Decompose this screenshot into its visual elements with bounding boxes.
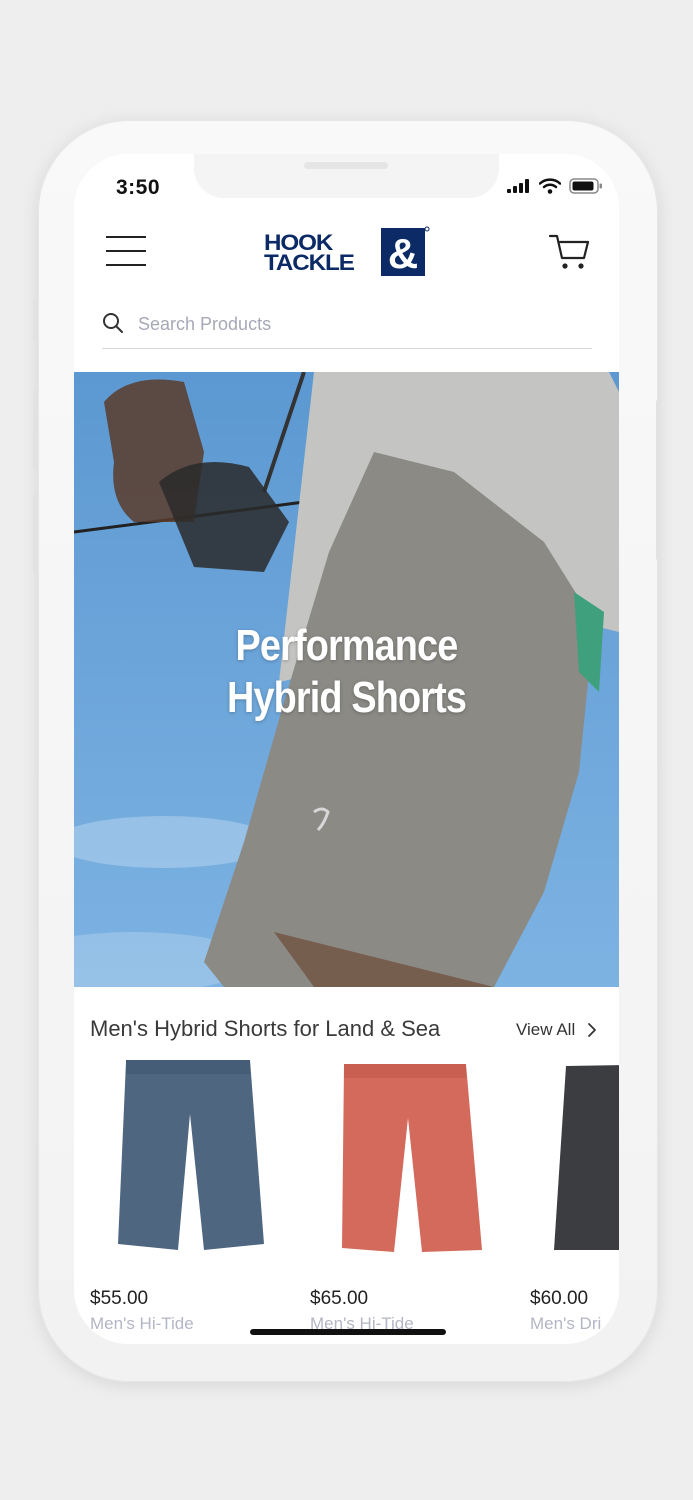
home-indicator[interactable]	[250, 1329, 446, 1335]
chevron-right-icon	[588, 1023, 597, 1037]
volume-down-button	[33, 494, 37, 574]
view-all-link[interactable]: View All	[516, 1020, 597, 1040]
app-screen: 3:50 HOOK TACKLE & Search Products Perfo…	[74, 154, 619, 1344]
silent-switch	[33, 298, 37, 342]
device-notch	[194, 154, 499, 198]
section-title: Men's Hybrid Shorts for Land & Sea	[90, 1016, 441, 1041]
cart-button[interactable]	[548, 232, 592, 272]
menu-line	[106, 236, 146, 238]
ampersand-logo-mark: &	[381, 226, 430, 277]
section-header: Men's Hybrid Shorts for Land & Sea View …	[90, 1014, 619, 1050]
product-name: Men's Hi-Tide	[90, 1314, 194, 1333]
status-time: 3:50	[116, 176, 161, 199]
brand-logo[interactable]: HOOK TACKLE &	[262, 226, 432, 282]
volume-up-button	[33, 390, 37, 470]
view-all-label: View All	[516, 1020, 576, 1039]
svg-text:&: &	[388, 230, 418, 277]
power-button	[656, 400, 660, 560]
product-price: $65.00	[310, 1288, 369, 1309]
product-name: Men's Dri	[530, 1314, 602, 1333]
hero-title-line-1: Performance	[235, 621, 459, 670]
product-card[interactable]: $60.00 Men's Dri	[514, 1054, 619, 1344]
product-price: $60.00	[530, 1288, 589, 1309]
product-price: $55.00	[90, 1288, 149, 1309]
product-card[interactable]: $55.00 Men's Hi-Tide	[74, 1054, 274, 1344]
status-icons	[507, 178, 603, 194]
cellular-signal-icon	[507, 179, 529, 193]
search-input[interactable]	[138, 308, 578, 340]
menu-line	[106, 250, 146, 252]
app-header: HOOK TACKLE &	[74, 216, 619, 286]
product-carousel: $55.00 Men's Hi-Tide $65.00 Men's Hi-Tid…	[74, 1054, 619, 1344]
menu-line	[106, 264, 146, 266]
search-bar	[102, 302, 592, 349]
hero-title: Performance Hybrid Shorts	[112, 620, 581, 724]
hero-title-line-2: Hybrid Shorts	[226, 673, 467, 722]
menu-button[interactable]	[106, 236, 146, 268]
logo-line-2: TACKLE	[264, 250, 355, 275]
product-card[interactable]: $65.00 Men's Hi-Tide	[294, 1054, 494, 1344]
product-image	[342, 1064, 482, 1252]
product-image	[118, 1060, 264, 1250]
speaker-grille	[304, 162, 388, 169]
hero-banner[interactable]: Performance Hybrid Shorts	[74, 372, 619, 987]
product-image	[554, 1065, 619, 1250]
shopping-cart-icon	[548, 234, 590, 269]
wifi-icon	[539, 178, 561, 194]
search-icon[interactable]	[102, 312, 124, 334]
battery-icon	[569, 178, 602, 194]
